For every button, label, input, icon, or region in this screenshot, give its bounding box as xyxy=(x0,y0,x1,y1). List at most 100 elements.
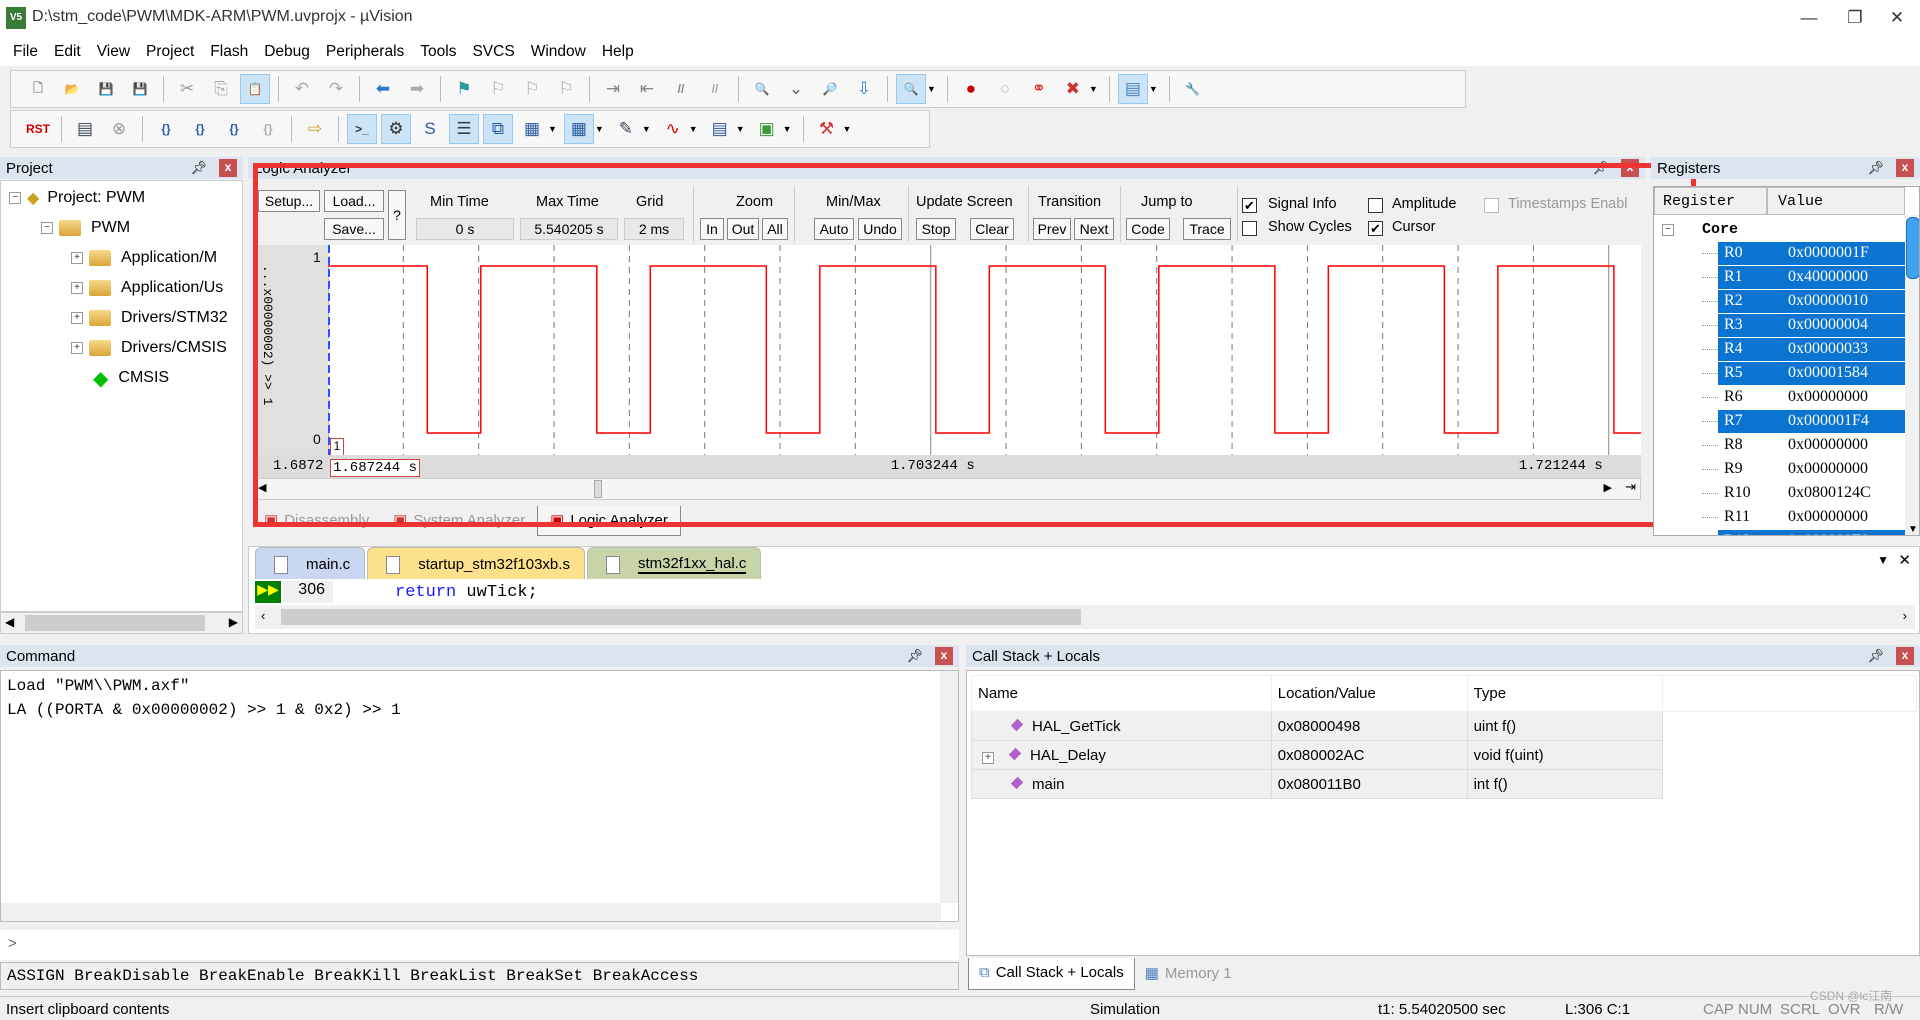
toolbox-button[interactable]: ⚒ xyxy=(812,114,842,144)
cut-button[interactable]: ✂ xyxy=(172,74,202,104)
next-transition-button[interactable]: Next xyxy=(1074,218,1114,240)
waveform-plot[interactable] xyxy=(328,245,1641,455)
expand-icon[interactable]: + xyxy=(71,282,83,294)
collapse-icon[interactable]: − xyxy=(9,192,21,204)
dropdown-arrow-icon[interactable]: ▼ xyxy=(843,124,852,134)
run-to-cursor-button[interactable]: {} xyxy=(253,114,283,144)
stop-button[interactable]: Stop xyxy=(916,218,956,240)
dropdown-arrow-icon[interactable]: ▼ xyxy=(689,124,698,134)
find-button[interactable]: 🔎 xyxy=(815,74,845,104)
column-header[interactable]: Location/Value xyxy=(1270,675,1468,712)
menu-file[interactable]: File xyxy=(5,36,46,66)
disassembly-window-button[interactable]: ⚙ xyxy=(381,114,411,144)
navigate-back-button[interactable]: ⬅ xyxy=(368,74,398,104)
copy-button[interactable]: ⎘ xyxy=(206,74,236,104)
waveform-hscrollbar[interactable]: ◀ ▶ ⇥ xyxy=(253,478,1641,500)
project-hscrollbar[interactable]: ◀ ▶ xyxy=(0,612,243,634)
scroll-down-icon[interactable]: ▼ xyxy=(1908,524,1918,535)
menu-flash[interactable]: Flash xyxy=(202,36,256,66)
new-file-button[interactable]: 🗋 xyxy=(23,74,53,104)
menu-svcs[interactable]: SVCS xyxy=(464,36,522,66)
register-row[interactable]: R8 0x00000000 xyxy=(1654,433,1904,457)
unindent-button[interactable]: ⇤ xyxy=(632,74,662,104)
expand-icon[interactable]: + xyxy=(982,751,994,764)
table-row[interactable]: + HAL_Delay 0x080002AC void f(uint) xyxy=(971,740,1917,770)
menu-tools[interactable]: Tools xyxy=(412,36,464,66)
dropdown-arrow-icon[interactable]: ▼ xyxy=(736,124,745,134)
call-stack-window-button[interactable]: ⧉ xyxy=(483,114,513,144)
clear-button[interactable]: Clear xyxy=(970,218,1014,240)
registers-window-button[interactable]: ☰ xyxy=(449,114,479,144)
register-row[interactable]: R10 0x0800124C xyxy=(1654,481,1904,505)
expand-icon[interactable]: + xyxy=(71,312,83,324)
command-output[interactable]: Load "PWM\\PWM.axf" LA ((PORTA & 0x00000… xyxy=(0,670,959,922)
column-header[interactable]: Name xyxy=(971,675,1272,712)
collapse-icon[interactable]: − xyxy=(41,222,53,234)
column-header-value[interactable]: Value xyxy=(1767,187,1905,215)
register-row[interactable]: R11 0x00000000 xyxy=(1654,505,1904,529)
menu-project[interactable]: Project xyxy=(138,36,202,66)
editor-tab[interactable]: main.c xyxy=(255,547,366,579)
dropdown-arrow-icon[interactable]: ▼ xyxy=(783,124,792,134)
memory-windows-button[interactable]: ▦ xyxy=(563,114,594,144)
editor-tab[interactable]: startup_stm32f103xb.s xyxy=(367,547,585,579)
close-icon[interactable]: x xyxy=(1621,159,1639,177)
trace-windows-button[interactable]: ▤ xyxy=(705,114,735,144)
navigate-forward-button[interactable]: ➡ xyxy=(402,74,432,104)
close-icon[interactable]: x xyxy=(219,159,237,177)
menu-edit[interactable]: Edit xyxy=(46,36,89,66)
configure-button[interactable]: 🔧 xyxy=(1178,74,1208,104)
collapse-icon[interactable]: − xyxy=(1662,223,1674,236)
step-out-button[interactable]: {} xyxy=(219,114,249,144)
run-button[interactable]: ▤ xyxy=(70,114,100,144)
tab-memory-1[interactable]: ▦ Memory 1 xyxy=(1135,958,1242,990)
combo-dropdown-button[interactable]: ⌄ xyxy=(781,74,811,104)
show-next-statement-button[interactable]: ⇨ xyxy=(300,114,330,144)
table-row[interactable]: HAL_GetTick 0x08000498 uint f() xyxy=(971,711,1917,741)
prev-bookmark-button[interactable]: ⚐ xyxy=(483,74,513,104)
tab-list-dropdown-icon[interactable]: ▼ xyxy=(1877,553,1889,567)
redo-button[interactable]: ↷ xyxy=(321,74,351,104)
pin-icon[interactable]: 📌︎ xyxy=(190,160,207,176)
save-button[interactable]: Save... xyxy=(324,218,384,240)
paste-button[interactable]: 📋 xyxy=(240,74,270,104)
register-row[interactable]: R4 0x00000033 xyxy=(1654,337,1919,361)
close-icon[interactable]: x xyxy=(1896,159,1914,177)
breakpoint-button[interactable]: ● xyxy=(956,74,986,104)
window-layout-button[interactable]: ▤ xyxy=(1117,74,1148,104)
next-bookmark-button[interactable]: ⚐ xyxy=(517,74,547,104)
zoom-out-button[interactable]: Out xyxy=(727,218,759,240)
expand-icon[interactable]: + xyxy=(71,252,83,264)
save-all-button[interactable]: 💾 xyxy=(125,74,155,104)
dropdown-arrow-icon[interactable]: ▼ xyxy=(595,124,604,134)
register-row[interactable]: R12 0x000000F0 xyxy=(1654,529,1919,535)
scroll-thumb[interactable] xyxy=(1906,217,1919,279)
zoom-in-button[interactable]: In xyxy=(700,218,724,240)
tree-item-cmsis[interactable]: ◆ CMSIS xyxy=(93,363,169,393)
jump-trace-button[interactable]: Trace xyxy=(1183,218,1231,240)
menu-window[interactable]: Window xyxy=(523,36,594,66)
indent-button[interactable]: ⇥ xyxy=(598,74,628,104)
tree-item-group[interactable]: + Drivers/STM32 xyxy=(71,303,228,333)
menu-view[interactable]: View xyxy=(89,36,138,66)
tree-item-group[interactable]: + Application/M xyxy=(71,243,217,273)
comment-button[interactable]: // xyxy=(666,74,696,104)
minimize-button[interactable]: — xyxy=(1786,4,1832,32)
expand-icon[interactable]: + xyxy=(71,342,83,354)
step-into-button[interactable]: {} xyxy=(151,114,181,144)
register-row[interactable]: R9 0x00000000 xyxy=(1654,457,1904,481)
editor-tab[interactable]: stm32f1xx_hal.c xyxy=(586,547,762,579)
command-window-button[interactable]: >_ xyxy=(347,114,377,144)
analysis-windows-button[interactable]: ∿ xyxy=(658,114,688,144)
column-header-register[interactable]: Register xyxy=(1654,187,1767,215)
disable-all-breakpoints-button[interactable]: ⚭ xyxy=(1024,74,1054,104)
amplitude-checkbox[interactable] xyxy=(1368,198,1383,213)
bookmark-button[interactable]: ⚑ xyxy=(449,74,479,104)
pin-icon[interactable]: 📌︎ xyxy=(906,648,923,664)
tab-logic-analyzer[interactable]: ▣ Logic Analyzer xyxy=(537,506,681,536)
menu-help[interactable]: Help xyxy=(594,36,642,66)
command-input[interactable]: > xyxy=(0,930,959,960)
dropdown-arrow-icon[interactable]: ▼ xyxy=(642,124,651,134)
tab-system-analyzer[interactable]: ▣ System Analyzer xyxy=(381,506,537,536)
register-row[interactable]: R7 0x000001F4 xyxy=(1654,409,1919,433)
